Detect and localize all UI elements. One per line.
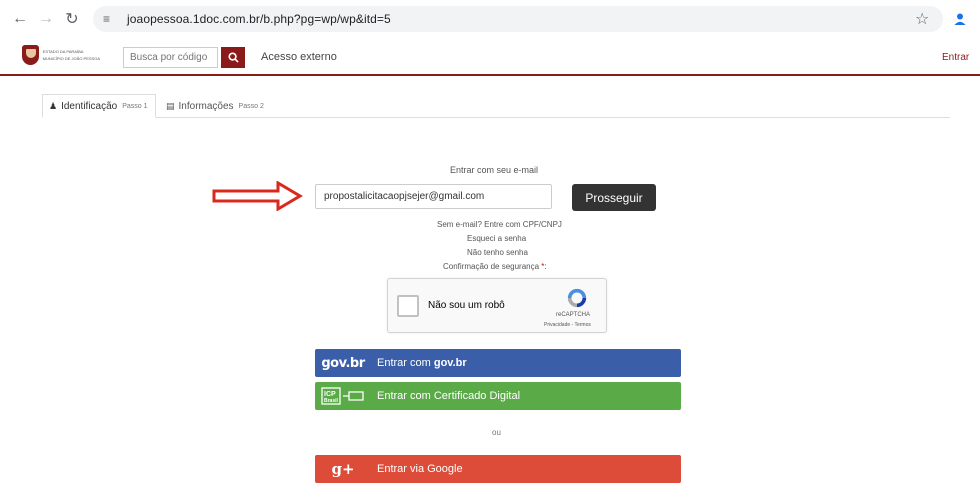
tab-informacoes[interactable]: ▤ Informações Passo 2 (160, 94, 270, 118)
search-by-code-input[interactable] (123, 47, 218, 68)
search-icon (227, 52, 239, 63)
crest-icon (22, 45, 39, 65)
govbr-prefix: Entrar com (377, 357, 431, 369)
logo-line-1: ESTADO DA PARAÍBA (42, 49, 84, 54)
back-icon[interactable]: ← (10, 9, 30, 29)
svg-text:Brasil: Brasil (324, 398, 339, 404)
site-settings-icon[interactable]: ≡ (103, 12, 121, 26)
bookmark-star-icon[interactable]: ☆ (915, 9, 929, 29)
tab-step: Passo 1 (122, 102, 148, 110)
forward-icon[interactable]: → (36, 9, 56, 29)
tab-label: Identificação (61, 100, 118, 112)
municipality-logo[interactable]: ESTADO DA PARAÍBA MUNICÍPIO DE JOÃO PESS… (22, 44, 100, 66)
govbr-logo-icon: gov.br (315, 356, 371, 371)
proceed-button[interactable]: Prosseguir (572, 184, 656, 211)
google-plus-glyph: g+ (331, 460, 355, 478)
browser-toolbar: ← → ↻ ≡ joaopessoa.1doc.com.br/b.php?pg=… (0, 0, 980, 38)
govbr-logo-text: gov.br (321, 355, 365, 371)
google-login-button[interactable]: g+ Entrar via Google (315, 455, 681, 483)
recaptcha-terms-link[interactable]: Privacidade - Termos (544, 322, 591, 328)
red-arrow-annotation (212, 181, 303, 211)
search-button[interactable] (221, 47, 245, 68)
required-mark: *: (541, 262, 547, 271)
govbr-login-button[interactable]: gov.br Entrar com gov.br (315, 349, 681, 377)
svg-text:ICP: ICP (324, 391, 336, 398)
or-divider: ou (492, 428, 501, 437)
govbr-login-label: Entrar com gov.br (377, 357, 467, 369)
url-text: joaopessoa.1doc.com.br/b.php?pg=wp/wp&it… (127, 12, 391, 26)
step-tabs: ♟ Identificação Passo 1 ▤ Informações Pa… (42, 94, 950, 118)
no-email-link[interactable]: Sem e-mail? Entre com CPF/CNPJ (437, 220, 562, 229)
list-icon: ▤ (166, 100, 175, 111)
recaptcha-checkbox[interactable] (397, 295, 419, 317)
tab-identificacao[interactable]: ♟ Identificação Passo 1 (42, 94, 156, 118)
tab-step: Passo 2 (238, 102, 264, 110)
google-login-label: Entrar via Google (377, 463, 463, 475)
recaptcha-brand: reCAPTCHA (556, 312, 591, 318)
address-bar[interactable]: ≡ joaopessoa.1doc.com.br/b.php?pg=wp/wp&… (93, 6, 943, 32)
digital-certificate-label: Entrar com Certificado Digital (377, 390, 521, 402)
recaptcha-logo-icon (567, 288, 587, 308)
user-icon: ♟ (49, 100, 58, 111)
forgot-password-link[interactable]: Esqueci a senha (467, 234, 526, 243)
google-plus-icon: g+ (315, 460, 371, 478)
icp-brasil-icon: ICP Brasil (315, 386, 371, 406)
security-confirmation-label: Confirmação de segurança *: (443, 262, 547, 271)
external-access-link[interactable]: Acesso externo (261, 51, 337, 63)
site-header: ESTADO DA PARAÍBA MUNICÍPIO DE JOÃO PESS… (0, 38, 980, 76)
login-link[interactable]: Entrar (942, 52, 969, 63)
tab-label: Informações (178, 100, 234, 112)
profile-icon[interactable] (950, 9, 970, 29)
govbr-brand: gov.br (433, 357, 467, 369)
reload-icon[interactable]: ↻ (62, 9, 82, 29)
digital-certificate-login-button[interactable]: ICP Brasil Entrar com Certificado Digita… (315, 382, 681, 410)
security-confirmation-text: Confirmação de segurança (443, 262, 540, 271)
email-field[interactable] (315, 184, 552, 209)
recaptcha-widget: Não sou um robô reCAPTCHA Privacidade - … (387, 278, 607, 333)
logo-line-2: MUNICÍPIO DE JOÃO PESSOA (42, 56, 100, 61)
no-password-link[interactable]: Não tenho senha (467, 248, 528, 257)
email-login-label: Entrar com seu e-mail (450, 165, 539, 175)
recaptcha-label: Não sou um robô (428, 300, 505, 311)
